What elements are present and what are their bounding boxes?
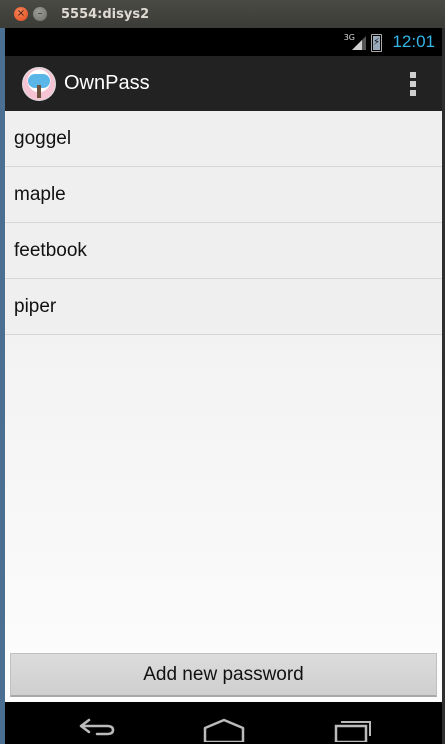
list-item-password[interactable]: goggel bbox=[5, 111, 442, 167]
back-icon[interactable] bbox=[77, 716, 117, 736]
navigation-bar bbox=[5, 702, 442, 744]
password-entry-label: goggel bbox=[14, 127, 72, 149]
window-titlebar: × – 5554:disys2 bbox=[0, 0, 445, 28]
recent-apps-icon[interactable] bbox=[332, 716, 372, 742]
app-title: OwnPass bbox=[64, 72, 150, 94]
cloud-tree-icon[interactable] bbox=[22, 66, 56, 101]
list-item-password[interactable]: feetbook bbox=[5, 223, 442, 279]
add-new-password-label: Add new password bbox=[143, 663, 304, 685]
status-bar: 3G ⚡ 12:01 bbox=[5, 28, 442, 56]
list-item-password[interactable]: piper bbox=[5, 279, 442, 335]
home-icon[interactable] bbox=[202, 718, 246, 742]
battery-icon: ⚡ bbox=[371, 34, 382, 52]
list-item-password[interactable]: maple bbox=[5, 167, 442, 223]
password-entry-label: feetbook bbox=[14, 239, 87, 261]
window-close-button[interactable]: × bbox=[14, 7, 28, 21]
window-minimize-button[interactable]: – bbox=[33, 7, 47, 21]
status-clock: 12:01 bbox=[392, 32, 435, 51]
add-new-password-button[interactable]: Add new password bbox=[10, 653, 437, 697]
password-entry-label: piper bbox=[14, 295, 57, 317]
password-entry-label: maple bbox=[14, 183, 66, 205]
overflow-menu-icon[interactable] bbox=[408, 72, 418, 96]
action-bar: OwnPass bbox=[5, 56, 442, 111]
window-title: 5554:disys2 bbox=[61, 6, 150, 22]
signal-strength-icon bbox=[352, 36, 366, 50]
password-list-container: goggel maple feetbook piper Add new pass… bbox=[5, 111, 442, 702]
